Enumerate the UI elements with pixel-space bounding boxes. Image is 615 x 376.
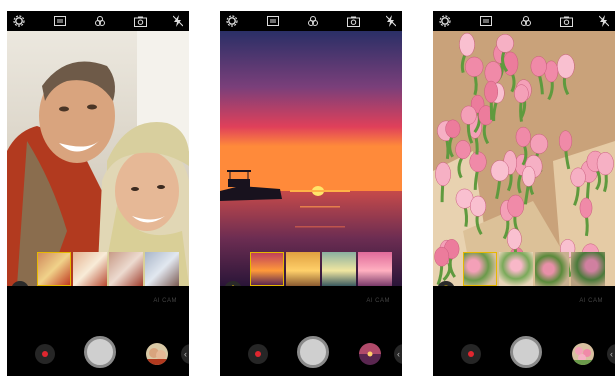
filter-thumbnail[interactable]	[37, 252, 71, 286]
top-toolbar	[220, 11, 402, 31]
tulip-flower	[515, 126, 531, 147]
top-toolbar	[433, 11, 615, 31]
filter-strip	[37, 252, 179, 286]
menu-icon[interactable]	[53, 14, 67, 28]
tulip-flower	[570, 167, 586, 188]
filter-thumbnail[interactable]	[73, 252, 107, 286]
tulip-flower	[484, 80, 499, 103]
tulip-flower	[596, 152, 614, 176]
settings-icon[interactable]	[225, 14, 239, 28]
mode-icon[interactable]	[306, 14, 320, 28]
tulip-flower	[507, 228, 522, 250]
tulip-flower	[484, 61, 502, 85]
menu-icon[interactable]	[266, 14, 280, 28]
bottom-controls: ‹	[7, 336, 189, 370]
camera-preview[interactable]	[433, 31, 615, 286]
ai-cam-label: AI CAM	[153, 298, 177, 304]
bottom-controls: ‹	[433, 336, 615, 370]
record-button[interactable]	[461, 344, 481, 364]
camera-preview[interactable]	[220, 31, 402, 286]
gallery-thumbnail[interactable]	[359, 343, 381, 365]
record-icon	[42, 351, 48, 357]
shutter-button[interactable]	[510, 336, 542, 368]
tulip-flower	[469, 151, 487, 173]
settings-icon[interactable]	[438, 14, 452, 28]
mode-icon[interactable]	[93, 14, 107, 28]
record-button[interactable]	[248, 344, 268, 364]
tulip-flower	[530, 133, 548, 154]
shutter-button[interactable]	[297, 336, 329, 368]
filter-strip	[250, 252, 392, 286]
flash-off-icon[interactable]	[171, 14, 185, 28]
record-icon	[468, 351, 474, 357]
bottom-controls: ‹	[220, 336, 402, 370]
mode-icon[interactable]	[519, 14, 533, 28]
tulip-flower	[544, 60, 559, 83]
phone-screen-flowers: AI CAM ‹	[433, 11, 615, 376]
tulip-flower	[558, 130, 573, 152]
filter-thumbnail[interactable]	[286, 252, 320, 286]
filter-thumbnail[interactable]	[322, 252, 356, 286]
tulip-flower	[460, 105, 477, 125]
filter-thumbnail[interactable]	[499, 252, 533, 286]
tulip-flower	[434, 246, 450, 267]
tulip-flower	[579, 197, 593, 219]
gallery-thumbnail[interactable]	[572, 343, 594, 365]
tulip-flower	[465, 56, 484, 77]
tulip-flower	[455, 140, 471, 160]
record-icon	[255, 351, 261, 357]
phone-screen-sunset: AI CAM ‹	[220, 11, 402, 376]
filter-thumbnail[interactable]	[358, 252, 392, 286]
ai-cam-label: AI CAM	[579, 298, 603, 304]
menu-icon[interactable]	[479, 14, 493, 28]
expand-panel-button[interactable]: ‹	[394, 344, 402, 364]
camera-preview[interactable]	[7, 31, 189, 286]
flash-off-icon[interactable]	[384, 14, 398, 28]
settings-icon[interactable]	[12, 14, 26, 28]
tulip-flower	[522, 165, 536, 187]
switch-camera-icon[interactable]	[559, 14, 573, 28]
tulip-flower	[507, 194, 525, 218]
tulip-flower	[435, 162, 451, 187]
phone-screen-portrait: AI CAM ‹	[7, 11, 189, 376]
top-toolbar	[7, 11, 189, 31]
tulip-flower	[459, 32, 475, 57]
switch-camera-icon[interactable]	[346, 14, 360, 28]
expand-panel-button[interactable]: ‹	[607, 344, 615, 364]
tulip-flower	[530, 56, 547, 77]
tulip-flower	[556, 54, 575, 79]
filter-thumbnail[interactable]	[571, 252, 605, 286]
filter-thumbnail[interactable]	[250, 252, 284, 286]
filter-strip	[463, 252, 605, 286]
tulip-flower	[469, 195, 487, 217]
tulip-flower	[514, 84, 529, 103]
tulip-flower	[496, 34, 514, 53]
filter-thumbnail[interactable]	[463, 252, 497, 286]
expand-panel-button[interactable]: ‹	[181, 344, 189, 364]
tulip-flower	[445, 119, 461, 139]
filter-thumbnail[interactable]	[109, 252, 143, 286]
record-button[interactable]	[35, 344, 55, 364]
filter-thumbnail[interactable]	[145, 252, 179, 286]
tulip-flower	[502, 51, 519, 76]
flash-off-icon[interactable]	[597, 14, 611, 28]
shutter-button[interactable]	[84, 336, 116, 368]
ai-cam-label: AI CAM	[366, 298, 390, 304]
switch-camera-icon[interactable]	[133, 14, 147, 28]
filter-thumbnail[interactable]	[535, 252, 569, 286]
gallery-thumbnail[interactable]	[146, 343, 168, 365]
tulip-flower	[490, 160, 510, 182]
